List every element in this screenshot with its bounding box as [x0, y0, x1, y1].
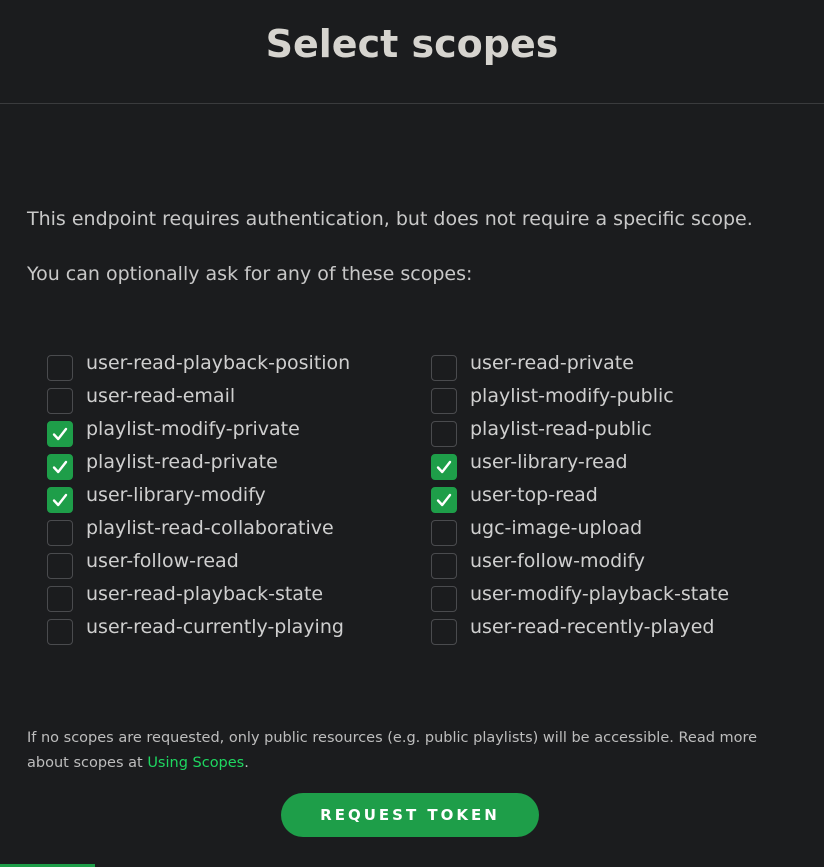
scope-label[interactable]: playlist-read-collaborative: [86, 517, 334, 539]
scope-checkbox[interactable]: [431, 421, 457, 447]
page-header: Select scopes: [0, 0, 824, 104]
optional-scopes-text: You can optionally ask for any of these …: [27, 263, 473, 285]
using-scopes-link[interactable]: Using Scopes: [147, 755, 244, 771]
scope-checkbox[interactable]: [431, 619, 457, 645]
scope-label[interactable]: playlist-modify-private: [86, 418, 300, 440]
scope-checkbox[interactable]: [431, 454, 457, 480]
scope-label[interactable]: user-read-playback-position: [86, 352, 350, 374]
scope-label[interactable]: user-library-modify: [86, 484, 266, 506]
scope-label[interactable]: ugc-image-upload: [470, 517, 642, 539]
scope-checkbox[interactable]: [431, 586, 457, 612]
scope-label[interactable]: user-read-email: [86, 385, 235, 407]
scope-list: user-read-playback-position user-read-em…: [47, 350, 807, 650]
scope-label[interactable]: user-read-playback-state: [86, 583, 323, 605]
scope-checkbox[interactable]: [431, 487, 457, 513]
scopes-note: If no scopes are requested, only public …: [27, 726, 802, 776]
auth-requirement-text: This endpoint requires authentication, b…: [27, 208, 753, 230]
note-period: .: [244, 755, 249, 771]
scope-checkbox[interactable]: [431, 355, 457, 381]
scope-label[interactable]: playlist-modify-public: [470, 385, 674, 407]
checkmark-icon: [52, 427, 68, 441]
checkmark-icon: [52, 493, 68, 507]
scope-label[interactable]: user-modify-playback-state: [470, 583, 729, 605]
scope-label[interactable]: user-top-read: [470, 484, 598, 506]
scope-checkbox[interactable]: [47, 487, 73, 513]
scope-checkbox[interactable]: [431, 388, 457, 414]
scope-checkbox[interactable]: [47, 388, 73, 414]
page-title: Select scopes: [265, 22, 559, 66]
scope-label[interactable]: user-read-private: [470, 352, 634, 374]
scope-checkbox[interactable]: [47, 619, 73, 645]
scope-label[interactable]: user-follow-read: [86, 550, 239, 572]
scope-checkbox[interactable]: [47, 553, 73, 579]
scope-checkbox[interactable]: [431, 553, 457, 579]
checkmark-icon: [52, 460, 68, 474]
scope-checkbox[interactable]: [47, 421, 73, 447]
checkmark-icon: [436, 493, 452, 507]
scope-checkbox[interactable]: [47, 355, 73, 381]
checkmark-icon: [436, 460, 452, 474]
scope-label[interactable]: user-follow-modify: [470, 550, 645, 572]
scope-checkbox[interactable]: [431, 520, 457, 546]
scope-label[interactable]: playlist-read-private: [86, 451, 278, 473]
scope-checkbox[interactable]: [47, 520, 73, 546]
request-token-button[interactable]: REQUEST TOKEN: [281, 793, 539, 837]
scope-checkbox[interactable]: [47, 454, 73, 480]
scope-label[interactable]: user-library-read: [470, 451, 628, 473]
scope-checkbox[interactable]: [47, 586, 73, 612]
note-text: If no scopes are requested, only public …: [27, 730, 758, 771]
scope-label[interactable]: user-read-recently-played: [470, 616, 714, 638]
scope-label[interactable]: playlist-read-public: [470, 418, 652, 440]
scope-label[interactable]: user-read-currently-playing: [86, 616, 344, 638]
